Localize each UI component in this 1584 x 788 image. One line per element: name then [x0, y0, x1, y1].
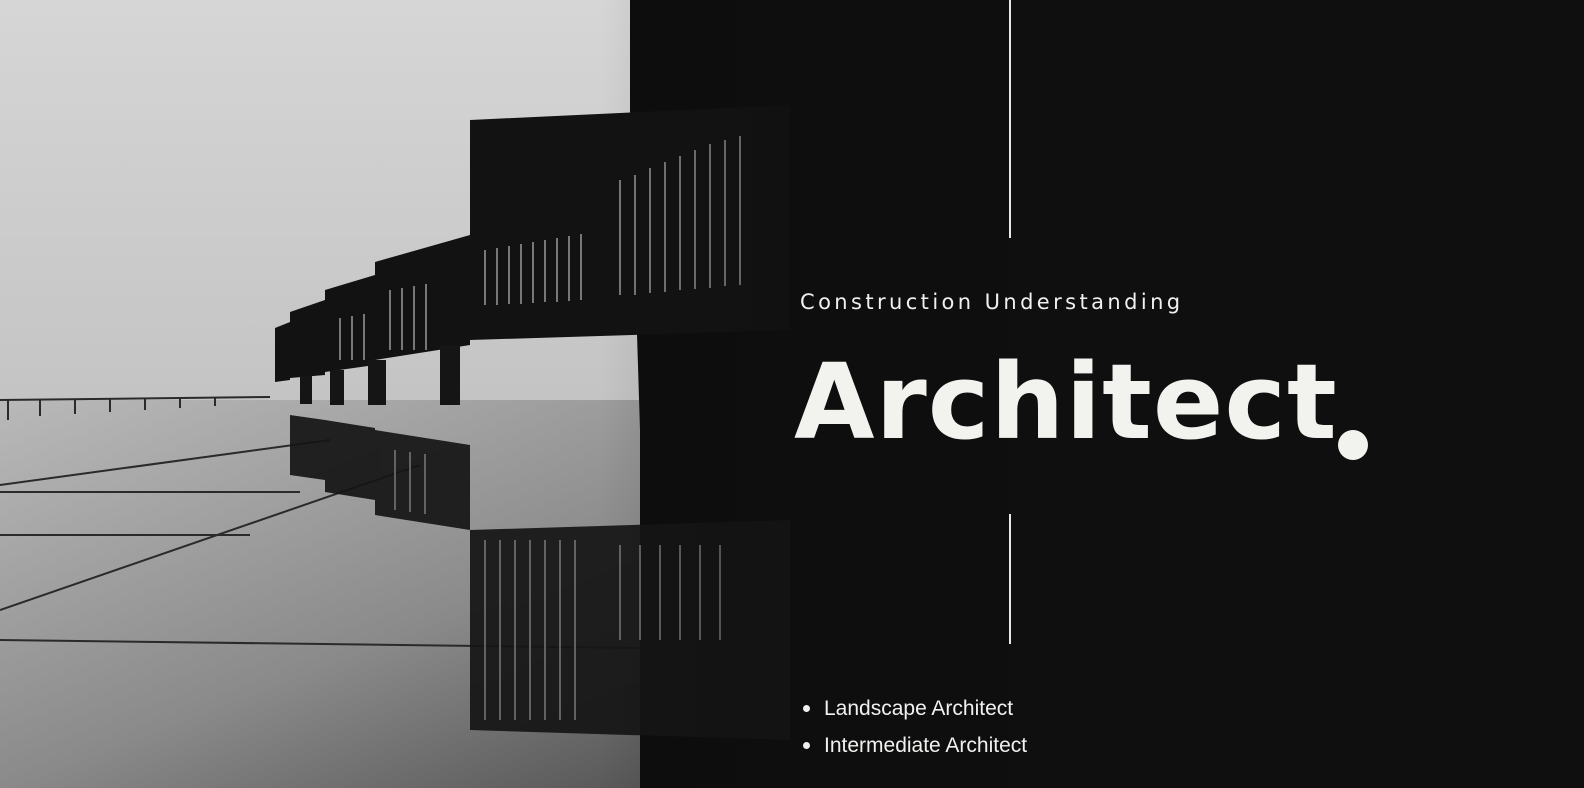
- banner-subtitle: Construction Understanding: [800, 290, 1184, 314]
- bullet-icon: [803, 742, 810, 749]
- divider-line-bottom: [1009, 514, 1011, 644]
- banner: Construction Understanding Architect Lan…: [0, 0, 1584, 788]
- title-period-dot: [1338, 430, 1368, 460]
- list-item: Intermediate Architect: [800, 727, 1027, 764]
- bullet-icon: [803, 705, 810, 712]
- list-item: Landscape Architect: [800, 690, 1027, 727]
- divider-line-top: [1009, 0, 1011, 238]
- list-item-label: Landscape Architect: [824, 697, 1014, 720]
- bullet-list: Landscape Architect Intermediate Archite…: [800, 690, 1027, 764]
- banner-title: Architect: [794, 341, 1338, 463]
- list-item-label: Intermediate Architect: [824, 734, 1028, 757]
